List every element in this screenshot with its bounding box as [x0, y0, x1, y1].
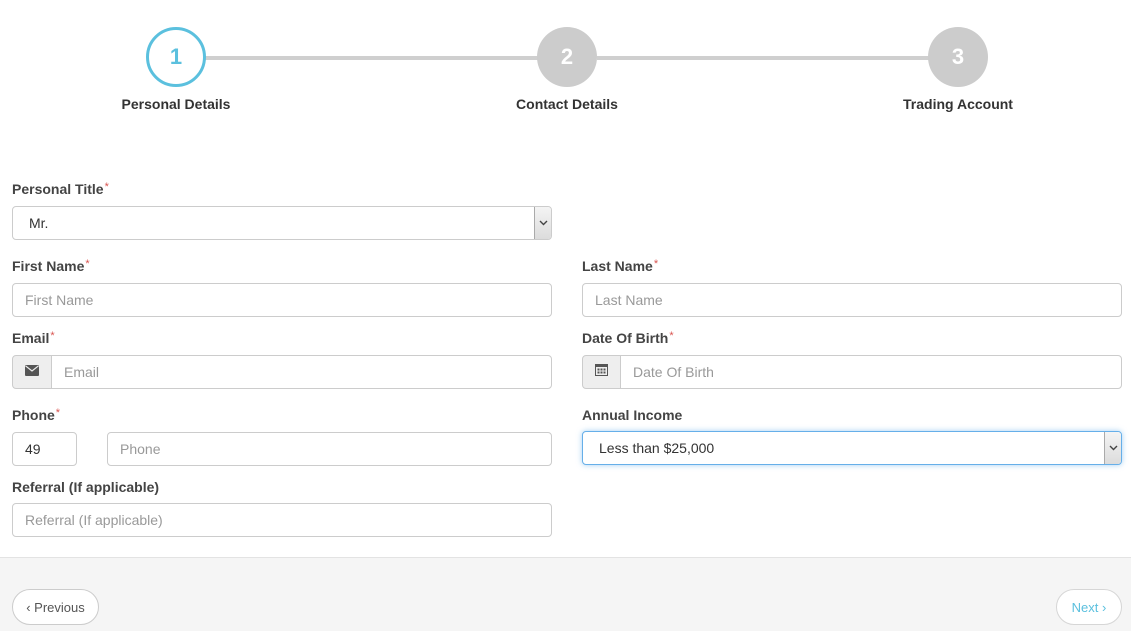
- step-2-circle[interactable]: 2: [537, 27, 597, 87]
- date-of-birth-addon[interactable]: [582, 355, 621, 389]
- step-1-label: Personal Details: [121, 96, 231, 112]
- calendar-icon: [595, 363, 608, 381]
- referral-input[interactable]: Referral (If applicable): [12, 503, 552, 537]
- required-marker: *: [669, 330, 674, 342]
- date-of-birth-input[interactable]: Date Of Birth: [620, 355, 1122, 389]
- first-name-label-text: First Name: [12, 258, 85, 274]
- personal-title-label: Personal Title*: [12, 181, 109, 197]
- last-name-label: Last Name*: [582, 258, 658, 274]
- date-of-birth-label: Date Of Birth*: [582, 330, 674, 346]
- phone-label-text: Phone: [12, 407, 55, 423]
- step-2-label: Contact Details: [516, 96, 618, 112]
- step-3-label: Trading Account: [903, 96, 1013, 112]
- phone-label: Phone*: [12, 407, 60, 423]
- step-1-circle[interactable]: 1: [146, 27, 206, 87]
- step-connector: [205, 56, 538, 60]
- required-marker: *: [104, 181, 109, 193]
- email-label: Email*: [12, 330, 55, 346]
- required-marker: *: [50, 330, 55, 342]
- email-addon: [12, 355, 52, 389]
- progress-stepper: 1 Personal Details 2 Contact Details 3 T…: [0, 0, 1131, 130]
- annual-income-value: Less than $25,000: [599, 440, 715, 456]
- first-name-label: First Name*: [12, 258, 90, 274]
- phone-input[interactable]: Phone: [107, 432, 552, 466]
- previous-button[interactable]: ‹ Previous: [12, 589, 99, 625]
- annual-income-label: Annual Income: [582, 407, 683, 423]
- personal-title-label-text: Personal Title: [12, 181, 104, 197]
- last-name-label-text: Last Name: [582, 258, 653, 274]
- last-name-input[interactable]: Last Name: [582, 283, 1122, 317]
- personal-title-value: Mr.: [29, 215, 49, 231]
- required-marker: *: [55, 407, 61, 419]
- annual-income-select[interactable]: Less than $25,000: [582, 431, 1122, 465]
- referral-label: Referral (If applicable): [12, 479, 160, 495]
- chevron-down-icon[interactable]: [534, 207, 551, 239]
- email-label-text: Email: [12, 330, 50, 346]
- chevron-down-icon[interactable]: [1104, 432, 1121, 464]
- phone-country-code-input[interactable]: 49: [12, 432, 77, 466]
- required-marker: *: [85, 258, 90, 270]
- wizard-footer: ‹ Previous Next ›: [0, 557, 1131, 631]
- first-name-input[interactable]: First Name: [12, 283, 552, 317]
- required-marker: *: [653, 258, 659, 270]
- step-connector: [597, 56, 930, 60]
- date-of-birth-label-text: Date Of Birth: [582, 330, 669, 346]
- step-3-circle[interactable]: 3: [928, 27, 988, 87]
- email-input[interactable]: Email: [51, 355, 552, 389]
- next-button[interactable]: Next ›: [1056, 589, 1122, 625]
- personal-title-select[interactable]: Mr.: [12, 206, 552, 240]
- envelope-icon: [25, 363, 39, 381]
